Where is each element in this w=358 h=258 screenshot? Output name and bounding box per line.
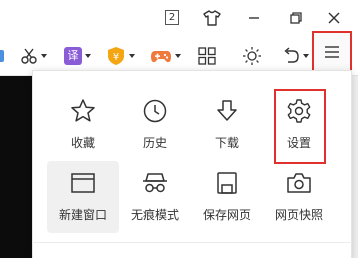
clock-icon: [143, 99, 167, 123]
star-icon: [71, 99, 95, 122]
camera-icon: [287, 173, 311, 193]
scissors-icon: [21, 48, 37, 64]
menu-item-incognito[interactable]: 无痕模式: [119, 161, 191, 233]
menu-item-label: 收藏: [70, 136, 95, 150]
skin-shirt-icon[interactable]: [198, 4, 226, 32]
menu-item-new-window[interactable]: 新建窗口: [47, 161, 119, 233]
translate-icon: 译: [64, 47, 82, 65]
menu-item-label: 下载: [214, 136, 239, 150]
menu-item-label: 保存网页: [202, 208, 251, 222]
incognito-glasses-icon: [143, 173, 167, 193]
chevron-down-icon: [129, 54, 135, 58]
menu-item-downloads[interactable]: 下载: [191, 89, 263, 161]
menu-item-save-page[interactable]: 保存网页: [191, 161, 263, 233]
chevron-down-icon: [41, 54, 47, 58]
partial-toolbar-icon[interactable]: [0, 50, 4, 62]
chevron-down-icon: [85, 54, 91, 58]
restore-icon[interactable]: [282, 4, 310, 32]
chevron-down-icon: [303, 54, 309, 58]
undo-close-tab-button[interactable]: [282, 42, 309, 70]
main-menu-button[interactable]: [312, 31, 352, 73]
menu-item-label: 新建窗口: [58, 208, 107, 222]
gamepad-icon: [151, 51, 171, 63]
title-bar: 2: [0, 0, 358, 36]
menu-item-label: 网页快照: [274, 208, 323, 222]
menu-divider: [32, 242, 352, 243]
translate-button[interactable]: 译: [64, 42, 91, 70]
apps-grid-icon: [198, 47, 216, 65]
menu-item-favorites[interactable]: 收藏: [47, 89, 119, 161]
minimize-icon[interactable]: [240, 4, 268, 32]
game-button[interactable]: [150, 42, 181, 70]
undo-icon: [284, 47, 299, 63]
save-page-icon: [217, 172, 237, 194]
apps-grid-button[interactable]: [198, 42, 216, 70]
menu-item-history[interactable]: 历史: [119, 89, 191, 161]
hamburger-menu-icon: [325, 46, 339, 58]
svg-text:¥: ¥: [113, 52, 119, 63]
new-window-icon: [71, 173, 95, 193]
chevron-down-icon: [175, 54, 181, 58]
settings-highlight-box: [274, 89, 326, 164]
sun-icon: [243, 47, 261, 65]
menu-item-label: 历史: [142, 136, 167, 150]
tab-count: 2: [165, 10, 179, 25]
download-icon: [217, 100, 237, 121]
coin-shield-button[interactable]: ¥: [106, 42, 135, 70]
menu-item-snapshot[interactable]: 网页快照: [263, 161, 335, 233]
tab-count-button[interactable]: 2: [160, 4, 188, 32]
brightness-button[interactable]: [242, 42, 262, 70]
coin-shield-icon: ¥: [108, 47, 124, 65]
scissors-screenshot-button[interactable]: [20, 42, 47, 70]
close-icon[interactable]: [320, 4, 348, 32]
menu-item-label: 无痕模式: [130, 208, 179, 222]
